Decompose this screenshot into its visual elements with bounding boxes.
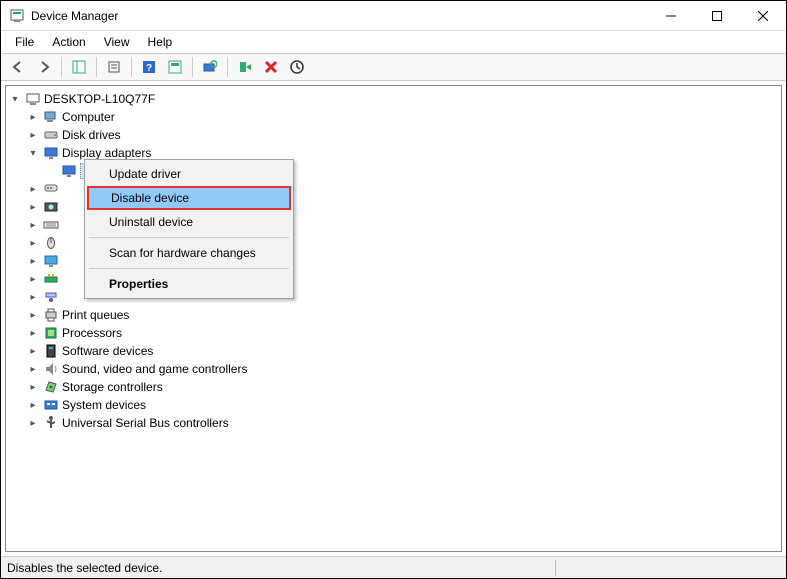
display-icon xyxy=(61,163,77,179)
ctx-separator xyxy=(89,268,289,269)
network-icon xyxy=(43,271,59,287)
sound-icon xyxy=(43,361,59,377)
tree-category[interactable]: ▸ Computer xyxy=(26,108,779,126)
tree-category-label: Storage controllers xyxy=(62,380,163,394)
forward-button[interactable] xyxy=(33,56,55,78)
disk-icon xyxy=(43,127,59,143)
tree-category[interactable]: ▸ Print queues xyxy=(26,306,779,324)
ctx-uninstall-device[interactable]: Uninstall device xyxy=(87,210,291,234)
menubar: File Action View Help xyxy=(1,31,786,53)
caret-right-icon[interactable]: ▸ xyxy=(26,380,40,394)
maximize-button[interactable] xyxy=(694,1,740,31)
caret-right-icon[interactable]: ▸ xyxy=(26,254,40,268)
uninstall-device-button[interactable] xyxy=(260,56,282,78)
tree-category-label: Universal Serial Bus controllers xyxy=(62,416,229,430)
menu-action[interactable]: Action xyxy=(44,33,93,51)
toolbar: ? xyxy=(1,53,786,81)
help-button[interactable]: ? xyxy=(138,56,160,78)
caret-right-icon[interactable]: ▸ xyxy=(26,218,40,232)
keyboard-icon xyxy=(43,217,59,233)
caret-right-icon[interactable]: ▸ xyxy=(26,308,40,322)
mouse-icon xyxy=(43,235,59,251)
statusbar-text: Disables the selected device. xyxy=(7,561,162,575)
tree-root[interactable]: ▾ DESKTOP-L10Q77F xyxy=(8,90,779,108)
window-title: Device Manager xyxy=(31,9,648,23)
caret-down-icon[interactable]: ▾ xyxy=(8,92,22,106)
menu-view[interactable]: View xyxy=(96,33,138,51)
caret-right-icon[interactable]: ▸ xyxy=(26,416,40,430)
caret-right-icon[interactable]: ▸ xyxy=(26,128,40,142)
tree-category[interactable]: ▸ Disk drives xyxy=(26,126,779,144)
context-menu: Update driver Disable device Uninstall d… xyxy=(84,159,294,299)
caret-right-icon[interactable]: ▸ xyxy=(26,326,40,340)
display-icon xyxy=(43,145,59,161)
tree-category[interactable]: ▸ Software devices xyxy=(26,342,779,360)
scan-hardware-button[interactable] xyxy=(199,56,221,78)
statusbar: Disables the selected device. xyxy=(1,556,786,578)
tree-category[interactable]: ▸ System devices xyxy=(26,396,779,414)
caret-right-icon[interactable]: ▸ xyxy=(26,182,40,196)
menu-help[interactable]: Help xyxy=(140,33,181,51)
minimize-button[interactable] xyxy=(648,1,694,31)
cpu-icon xyxy=(43,325,59,341)
close-button[interactable] xyxy=(740,1,786,31)
properties-button[interactable] xyxy=(103,56,125,78)
usb-icon xyxy=(43,415,59,431)
tree-category-label: System devices xyxy=(62,398,146,412)
caret-right-icon[interactable]: ▸ xyxy=(26,200,40,214)
ctx-properties[interactable]: Properties xyxy=(87,272,291,296)
titlebar: Device Manager xyxy=(1,1,786,31)
ctx-separator xyxy=(89,237,289,238)
tree-category-label: Display adapters xyxy=(62,146,151,160)
tree-category[interactable]: ▸ Storage controllers xyxy=(26,378,779,396)
hid-icon xyxy=(43,181,59,197)
ctx-update-driver[interactable]: Update driver xyxy=(87,162,291,186)
caret-right-icon[interactable]: ▸ xyxy=(26,398,40,412)
tree-root-label: DESKTOP-L10Q77F xyxy=(44,92,155,106)
computer-root-icon xyxy=(25,91,41,107)
caret-down-icon[interactable]: ▾ xyxy=(26,146,40,160)
monitor-icon xyxy=(43,253,59,269)
tree-category[interactable]: ▸ Processors xyxy=(26,324,779,342)
software-icon xyxy=(43,343,59,359)
update-driver-button[interactable] xyxy=(286,56,308,78)
caret-right-icon[interactable]: ▸ xyxy=(26,344,40,358)
tree-category-label: Sound, video and game controllers xyxy=(62,362,247,376)
port-icon xyxy=(43,289,59,305)
storage-icon xyxy=(43,379,59,395)
ctx-scan-hardware[interactable]: Scan for hardware changes xyxy=(87,241,291,265)
tree-category-label: Print queues xyxy=(62,308,129,322)
action-button[interactable] xyxy=(164,56,186,78)
caret-right-icon[interactable]: ▸ xyxy=(26,110,40,124)
tree-category-label: Processors xyxy=(62,326,122,340)
imaging-icon xyxy=(43,199,59,215)
app-icon xyxy=(9,8,25,24)
tree-category-label: Computer xyxy=(62,110,115,124)
caret-right-icon[interactable]: ▸ xyxy=(26,290,40,304)
back-button[interactable] xyxy=(7,56,29,78)
tree-category[interactable]: ▸ Sound, video and game controllers xyxy=(26,360,779,378)
tree-category-label: Software devices xyxy=(62,344,153,358)
show-hide-tree-button[interactable] xyxy=(68,56,90,78)
computer-icon xyxy=(43,109,59,125)
ctx-disable-device[interactable]: Disable device xyxy=(87,186,291,210)
caret-right-icon[interactable]: ▸ xyxy=(26,236,40,250)
svg-text:?: ? xyxy=(146,63,152,74)
tree-area: ▾ DESKTOP-L10Q77F ▸ Computer ▸ Disk drives ▾… xyxy=(5,85,782,552)
caret-right-icon[interactable]: ▸ xyxy=(26,362,40,376)
menu-file[interactable]: File xyxy=(7,33,42,51)
printer-icon xyxy=(43,307,59,323)
tree-category[interactable]: ▸ Universal Serial Bus controllers xyxy=(26,414,779,432)
tree-category-label: Disk drives xyxy=(62,128,121,142)
caret-right-icon[interactable]: ▸ xyxy=(26,272,40,286)
system-icon xyxy=(43,397,59,413)
enable-device-button[interactable] xyxy=(234,56,256,78)
